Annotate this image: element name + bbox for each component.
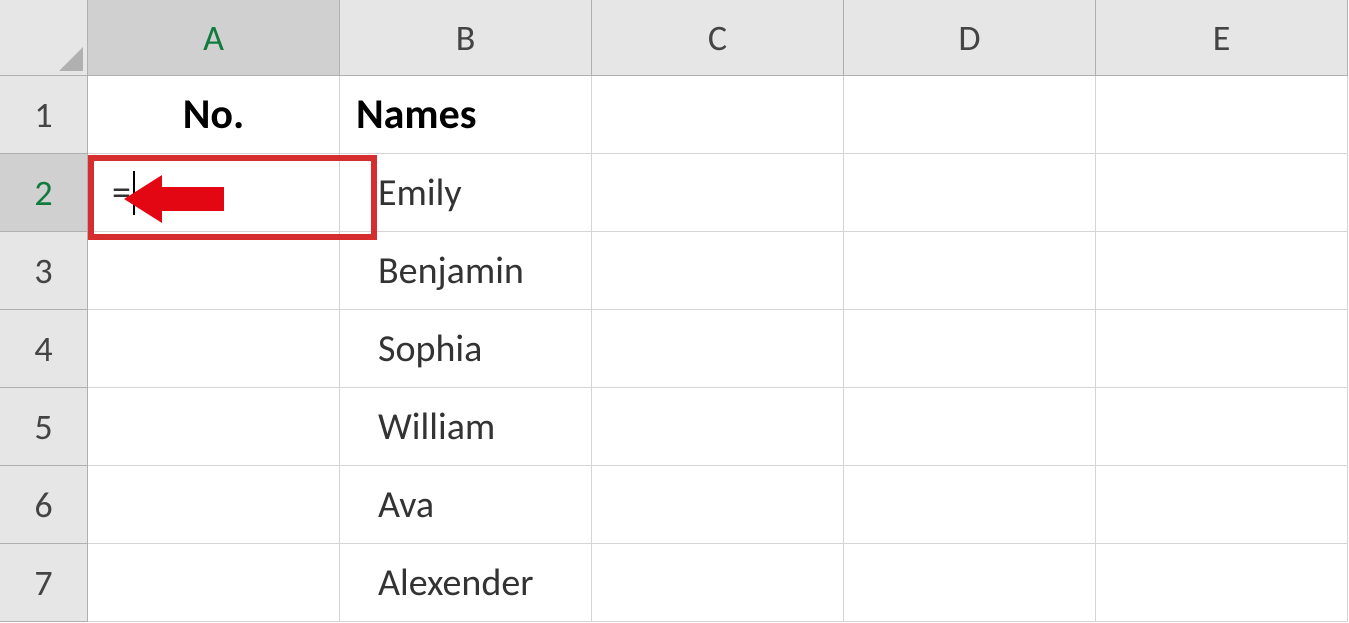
cell-a1[interactable]: No. [88,76,340,154]
cell-e1[interactable] [1096,76,1348,154]
cell-a7[interactable] [88,544,340,622]
cell-c6[interactable] [592,466,844,544]
select-all-corner[interactable] [0,0,88,76]
cell-a4[interactable] [88,310,340,388]
column-header-d[interactable]: D [844,0,1096,76]
spreadsheet-grid: A B C D E 1 No. Names 2 = Emily 3 Benjam… [0,0,1349,622]
row-header-4[interactable]: 4 [0,310,88,388]
cell-b3[interactable]: Benjamin [340,232,592,310]
cell-d7[interactable] [844,544,1096,622]
column-header-e[interactable]: E [1096,0,1348,76]
row-header-6[interactable]: 6 [0,466,88,544]
cell-c1[interactable] [592,76,844,154]
cell-d2[interactable] [844,154,1096,232]
cell-e7[interactable] [1096,544,1348,622]
cell-a3[interactable] [88,232,340,310]
cell-c3[interactable] [592,232,844,310]
row-header-1[interactable]: 1 [0,76,88,154]
cell-e5[interactable] [1096,388,1348,466]
cell-e4[interactable] [1096,310,1348,388]
column-header-c[interactable]: C [592,0,844,76]
cell-c5[interactable] [592,388,844,466]
cell-e3[interactable] [1096,232,1348,310]
cell-b2[interactable]: Emily [340,154,592,232]
row-header-7[interactable]: 7 [0,544,88,622]
row-header-3[interactable]: 3 [0,232,88,310]
row-header-2[interactable]: 2 [0,154,88,232]
cell-b6[interactable]: Ava [340,466,592,544]
cell-b4[interactable]: Sophia [340,310,592,388]
cell-a2[interactable]: = [88,154,340,232]
cell-d3[interactable] [844,232,1096,310]
cell-a5[interactable] [88,388,340,466]
cell-c4[interactable] [592,310,844,388]
cell-b5[interactable]: William [340,388,592,466]
row-header-5[interactable]: 5 [0,388,88,466]
cell-d1[interactable] [844,76,1096,154]
text-cursor [133,171,135,215]
cell-a6[interactable] [88,466,340,544]
column-header-b[interactable]: B [340,0,592,76]
column-header-a[interactable]: A [88,0,340,76]
cell-d4[interactable] [844,310,1096,388]
cell-c7[interactable] [592,544,844,622]
cell-e6[interactable] [1096,466,1348,544]
cell-d6[interactable] [844,466,1096,544]
cell-b1[interactable]: Names [340,76,592,154]
cell-c2[interactable] [592,154,844,232]
cell-d5[interactable] [844,388,1096,466]
cell-b7[interactable]: Alexender [340,544,592,622]
cell-e2[interactable] [1096,154,1348,232]
formula-input-text: = [104,170,131,216]
